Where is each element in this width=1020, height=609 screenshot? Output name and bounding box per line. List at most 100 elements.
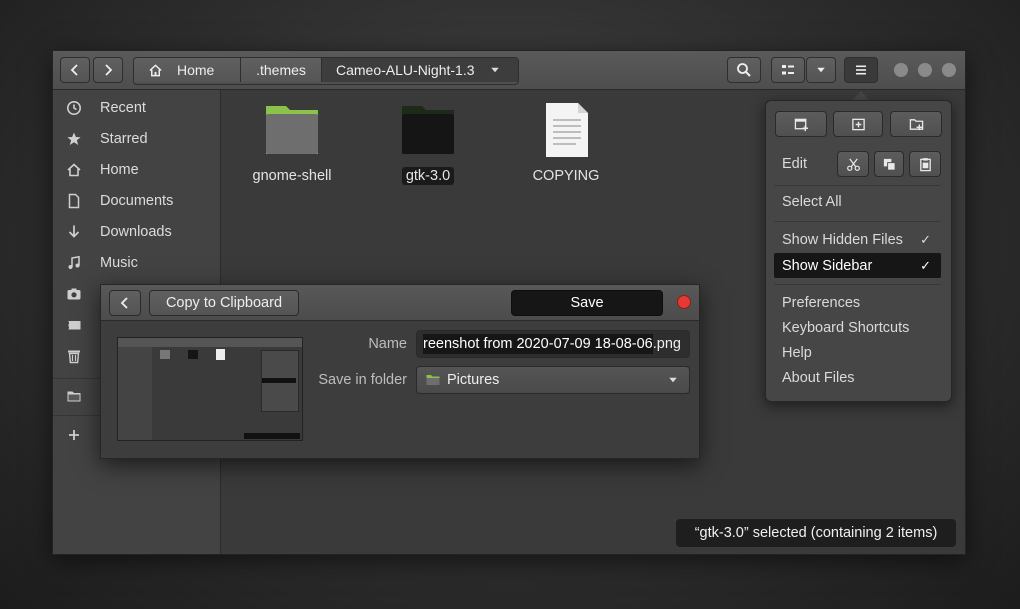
scissors-icon (846, 158, 860, 171)
edit-label: Edit (782, 155, 807, 172)
menu-preferences[interactable]: Preferences (774, 290, 941, 315)
new-folder-icon (909, 118, 923, 130)
sidebar-item-label: Starred (100, 130, 148, 147)
menu-button[interactable] (844, 57, 878, 83)
crumb-themes-label: .themes (256, 62, 306, 78)
search-button[interactable] (727, 57, 761, 83)
screenshot-thumbnail (117, 337, 303, 441)
search-icon (737, 63, 751, 77)
main-menu-popover: Edit Select All Show Hidden Files ✓ Show… (765, 100, 952, 402)
save-folder-label: Save in folder (318, 372, 407, 388)
menu-item-label: Show Hidden Files (782, 231, 903, 248)
check-icon: ✓ (920, 257, 931, 273)
hamburger-icon (856, 65, 866, 75)
close-button[interactable] (942, 63, 956, 77)
download-icon (66, 224, 82, 240)
folder-value: Pictures (447, 372, 500, 388)
status-text: “gtk-3.0” selected (containing 2 items) (694, 525, 938, 541)
document-icon (66, 193, 82, 209)
list-view-icon (782, 65, 794, 75)
chevron-left-icon (120, 297, 128, 309)
menu-show-hidden-files[interactable]: Show Hidden Files ✓ (774, 227, 941, 252)
new-window-button[interactable] (775, 111, 827, 137)
crumb-home-label: Home (177, 62, 215, 78)
folder-icon (426, 375, 440, 385)
screenshot-save-dialog: Copy to Clipboard Save Name reenshot fro… (100, 284, 700, 459)
menu-item-label: Keyboard Shortcuts (782, 319, 910, 336)
cut-button[interactable] (837, 151, 869, 177)
new-folder-button[interactable] (890, 111, 942, 137)
chevron-left-icon (70, 64, 78, 76)
crumb-themes[interactable]: .themes (241, 58, 322, 82)
new-window-icon (794, 118, 808, 131)
home-icon (149, 63, 162, 76)
menu-select-all[interactable]: Select All (774, 189, 941, 214)
clock-icon (66, 100, 82, 116)
menu-item-label: Show Sidebar (782, 257, 873, 274)
menu-help[interactable]: Help (774, 340, 941, 365)
new-tab-icon (851, 118, 865, 130)
breadcrumb: Home .themes Cameo-ALU-Night-1.3 (133, 57, 519, 85)
sidebar-item-label: Recent (100, 99, 146, 116)
menu-separator (774, 185, 941, 186)
status-overlay: “gtk-3.0” selected (containing 2 items) (676, 519, 956, 547)
menu-about[interactable]: About Files (774, 365, 941, 390)
file-item-gnome-shell[interactable]: gnome-shell (237, 102, 347, 185)
copy-to-clipboard-button[interactable]: Copy to Clipboard (149, 290, 299, 316)
view-options-button[interactable] (806, 57, 836, 83)
sidebar-item-starred[interactable]: Starred (53, 123, 220, 154)
dialog-close-button[interactable] (677, 295, 691, 309)
paste-button[interactable] (909, 151, 941, 177)
button-label: Copy to Clipboard (165, 295, 283, 311)
sidebar-item-recent[interactable]: Recent (53, 92, 220, 123)
filename-selected-text: reenshot from 2020-07-09 18-08-06 (423, 334, 653, 354)
sidebar-item-downloads[interactable]: Downloads (53, 216, 220, 247)
folder-icon (66, 388, 82, 404)
minimize-button[interactable] (894, 63, 908, 77)
file-name: COPYING (532, 168, 600, 184)
check-icon: ✓ (920, 231, 931, 247)
camera-icon (66, 286, 82, 302)
sidebar-item-documents[interactable]: Documents (53, 185, 220, 216)
dialog-header: Copy to Clipboard Save (101, 285, 699, 321)
maximize-button[interactable] (918, 63, 932, 77)
chevron-down-icon (490, 67, 499, 73)
menu-show-sidebar[interactable]: Show Sidebar ✓ (774, 253, 941, 278)
sidebar-item-music[interactable]: Music (53, 247, 220, 278)
save-button[interactable]: Save (511, 290, 663, 316)
filename-extension: .png (652, 336, 681, 352)
sidebar-item-label: Music (100, 254, 138, 271)
menu-separator (774, 284, 941, 285)
new-tab-button[interactable] (833, 111, 883, 137)
header-bar: Home .themes Cameo-ALU-Night-1.3 (53, 51, 965, 90)
crumb-home[interactable]: Home (134, 58, 241, 82)
view-toggle-button[interactable] (771, 57, 805, 83)
name-label: Name (368, 336, 407, 352)
save-folder-select[interactable]: Pictures (416, 366, 690, 394)
copy-button[interactable] (874, 151, 904, 177)
plus-icon (66, 427, 82, 443)
crumb-current-label: Cameo-ALU-Night-1.3 (336, 62, 475, 78)
clipboard-icon (919, 157, 931, 171)
menu-item-label: About Files (782, 369, 855, 386)
menu-keyboard-shortcuts[interactable]: Keyboard Shortcuts (774, 315, 941, 340)
video-icon (66, 317, 82, 333)
sidebar-item-label: Documents (100, 192, 174, 209)
dialog-back-button[interactable] (109, 290, 141, 316)
file-item-copying[interactable]: COPYING (511, 102, 621, 185)
sidebar-item-home[interactable]: Home (53, 154, 220, 185)
sidebar-item-label: Downloads (100, 223, 172, 240)
file-name: gnome-shell (252, 168, 332, 184)
chevron-down-icon (669, 377, 677, 383)
chevron-right-icon (105, 64, 113, 76)
forward-button[interactable] (93, 57, 123, 83)
back-button[interactable] (60, 57, 90, 83)
filename-input[interactable]: reenshot from 2020-07-09 18-08-06 .png (416, 330, 690, 358)
crumb-current[interactable]: Cameo-ALU-Night-1.3 (322, 58, 518, 82)
folder-green-icon (266, 106, 318, 154)
file-item-gtk-3[interactable]: gtk-3.0 (373, 102, 483, 185)
file-name: gtk-3.0 (401, 167, 455, 185)
menu-separator (774, 221, 941, 222)
menu-item-label: Help (782, 344, 812, 361)
menu-item-label: Preferences (782, 294, 861, 311)
